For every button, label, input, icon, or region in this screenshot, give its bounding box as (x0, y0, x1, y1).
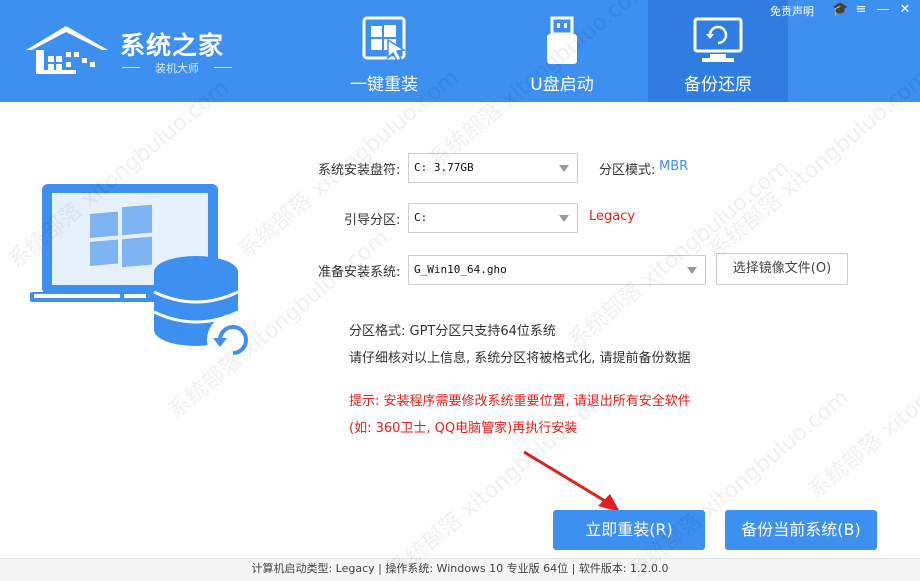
menu-icon[interactable]: ≡ (854, 2, 868, 17)
logo-subtitle: 装机大师 (122, 60, 232, 76)
app-logo: 系统之家 装机大师 (22, 22, 242, 82)
tab-one-click-reinstall[interactable]: 一键重装 (314, 0, 454, 102)
tab-label: U盘启动 (530, 75, 594, 95)
tab-label: 备份还原 (684, 75, 752, 95)
drive-value: C: 3.77GB (414, 161, 474, 174)
drive-label: 系统安装盘符: (318, 163, 401, 178)
laptop-database-illustration (30, 184, 259, 366)
backup-current-system-button[interactable]: 备份当前系统(B) (725, 510, 877, 550)
watermark-text: 系统部落 xitongbuluo.com (623, 385, 854, 580)
graduation-cap-icon[interactable]: 🎓 (832, 2, 848, 17)
partition-mode-value: MBR (659, 159, 689, 174)
boot-partition-label: 引导分区: (344, 213, 401, 228)
status-footer: 计算机启动类型: Legacy | 操作系统: Windows 10 专业版 6… (0, 558, 920, 581)
boot-partition-select[interactable]: C: (408, 203, 578, 233)
chevron-down-icon (687, 267, 697, 274)
partition-format-info: 分区格式: GPT分区只支持64位系统 (349, 324, 556, 339)
disclaimer-link[interactable]: 免责声明 (770, 3, 814, 19)
security-software-warning: 提示: 安装程序需要修改系统重要位置, 请退出所有安全软件 (349, 394, 691, 409)
format-warning-info: 请仔细核对以上信息, 系统分区将被格式化, 请提前备份数据 (349, 351, 691, 366)
footer-status-text: 计算机启动类型: Legacy | 操作系统: Windows 10 专业版 6… (251, 562, 669, 575)
chevron-down-icon (559, 215, 569, 222)
chevron-down-icon (559, 165, 569, 172)
house-logo-icon (26, 26, 108, 74)
window-controls: 🎓 ≡ — ✕ (832, 2, 912, 17)
windows-cursor-icon (362, 16, 406, 63)
boot-mode-value: Legacy (589, 209, 636, 224)
tab-label: 一键重装 (350, 75, 418, 95)
header-bar: 系统之家 装机大师 一键重装 U盘启动 备份还原 免责声明 🎓 ≡ — ✕ (0, 0, 920, 102)
drive-select[interactable]: C: 3.77GB (408, 153, 578, 183)
boot-partition-value: C: (414, 211, 428, 224)
system-image-select[interactable]: G_Win10_64.gho (408, 255, 706, 285)
install-now-button[interactable]: 立即重装(R) (553, 510, 705, 550)
minimize-icon[interactable]: — (876, 2, 890, 17)
watermark-text: 系统部落 xitongbuluo.com (803, 305, 920, 504)
system-label: 准备安装系统: (318, 265, 401, 280)
system-image-value: G_Win10_64.gho (414, 263, 507, 276)
partition-mode-label: 分区模式: (599, 163, 656, 178)
annotation-arrow-icon (523, 450, 620, 512)
logo-title: 系统之家 (120, 31, 225, 60)
tab-backup-restore[interactable]: 备份还原 (648, 0, 788, 102)
security-software-example: (如: 360卫士, QQ电脑管家)再执行安装 (349, 421, 578, 436)
backup-restore-icon (693, 17, 743, 62)
tab-usb-boot[interactable]: U盘启动 (492, 0, 632, 102)
usb-drive-icon (547, 16, 577, 64)
close-icon[interactable]: ✕ (898, 2, 912, 17)
select-image-button[interactable]: 选择镜像文件(O) (716, 253, 848, 285)
